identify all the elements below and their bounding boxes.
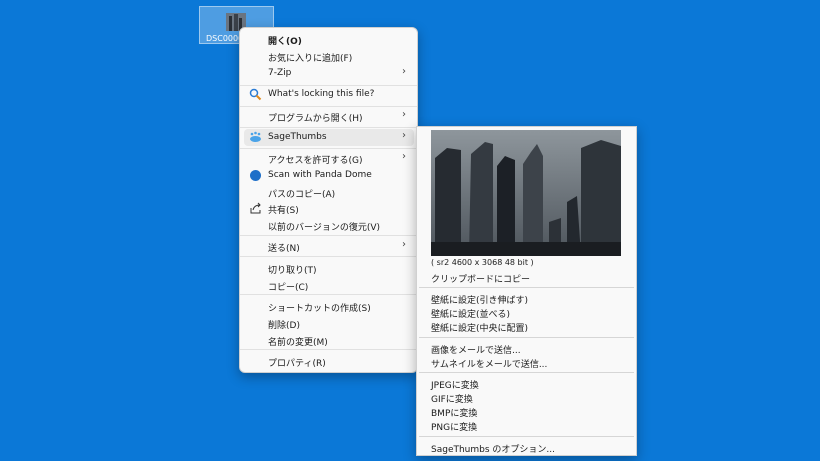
menu-item-label: 共有(S) (268, 206, 299, 216)
menu-item-label: 削除(D) (268, 321, 300, 331)
submenu-item-wallpaper-tile[interactable]: 壁紙に設定(並べる) (431, 307, 510, 320)
panda-dome-icon (250, 170, 261, 181)
menu-item-create-shortcut[interactable]: ショートカットの作成(S) (244, 298, 414, 315)
menu-item-copy[interactable]: コピー(C) (244, 277, 414, 294)
menu-item-label: アクセスを許可する(G) (268, 156, 363, 166)
menu-item-whats-locking[interactable]: What's locking this file? (244, 86, 414, 103)
menu-item-label: コピー(C) (268, 283, 309, 293)
submenu-item-convert-jpeg[interactable]: JPEGに変換 (431, 378, 479, 391)
menu-item-properties[interactable]: プロパティ(R) (244, 353, 414, 370)
submenu-item-convert-gif[interactable]: GIFに変換 (431, 392, 473, 405)
menu-item-label: SageThumbs (268, 132, 327, 142)
menu-separator (240, 106, 417, 107)
menu-separator (419, 436, 634, 437)
menu-item-send-to[interactable]: 送る(N) › (244, 238, 414, 255)
menu-item-delete[interactable]: 削除(D) (244, 315, 414, 332)
menu-item-label: 名前の変更(M) (268, 338, 328, 348)
share-icon (250, 202, 261, 214)
menu-item-rename[interactable]: 名前の変更(M) (244, 332, 414, 349)
context-menu: 開く(O) お気に入りに追加(F) 7-Zip › What's locking… (239, 27, 418, 373)
image-preview (431, 130, 621, 256)
menu-separator (240, 256, 417, 257)
submenu-item-email-thumbnail[interactable]: サムネイルをメールで送信... (431, 357, 547, 370)
menu-item-label: What's locking this file? (268, 89, 375, 99)
sagethumbs-icon (250, 131, 261, 142)
menu-item-label: 送る(N) (268, 244, 300, 254)
menu-separator (240, 148, 417, 149)
menu-item-share[interactable]: 共有(S) (244, 200, 414, 217)
submenu-item-convert-bmp[interactable]: BMPに変換 (431, 406, 477, 419)
menu-item-label: お気に入りに追加(F) (268, 54, 353, 64)
menu-item-label: プログラムから開く(H) (268, 114, 363, 124)
image-info-text: ( sr2 4600 x 3068 48 bit ) (431, 258, 534, 267)
menu-item-open-with[interactable]: プログラムから開く(H) › (244, 108, 414, 125)
menu-separator (419, 287, 634, 288)
menu-separator (240, 235, 417, 236)
menu-item-7zip[interactable]: 7-Zip › (244, 65, 414, 82)
menu-separator (419, 337, 634, 338)
chevron-right-icon: › (402, 130, 406, 141)
submenu-item-convert-png[interactable]: PNGに変換 (431, 420, 477, 433)
menu-item-label: 7-Zip (268, 68, 292, 78)
menu-item-add-favorites[interactable]: お気に入りに追加(F) (244, 48, 414, 65)
menu-separator (240, 127, 417, 128)
submenu-item-wallpaper-center[interactable]: 壁紙に設定(中央に配置) (431, 321, 528, 334)
menu-separator (419, 372, 634, 373)
menu-item-sagethumbs[interactable]: SageThumbs › (244, 129, 414, 146)
submenu-item-wallpaper-stretch[interactable]: 壁紙に設定(引き伸ばす) (431, 293, 528, 306)
menu-item-label: パスのコピー(A) (268, 190, 336, 200)
menu-item-label: 切り取り(T) (268, 266, 317, 276)
menu-item-label: Scan with Panda Dome (268, 170, 372, 180)
menu-separator (240, 294, 417, 295)
submenu-item-email-image[interactable]: 画像をメールで送信... (431, 343, 521, 356)
menu-item-grant-access[interactable]: アクセスを許可する(G) › (244, 150, 414, 167)
chevron-right-icon: › (402, 109, 406, 120)
desktop: { "desktop": { "file_label": "DSC0000" }… (0, 0, 820, 461)
submenu-item-copy-clipboard[interactable]: クリップボードにコピー (431, 272, 530, 285)
chevron-right-icon: › (402, 239, 406, 250)
menu-item-label: プロパティ(R) (268, 359, 326, 369)
lock-search-icon (249, 88, 262, 101)
menu-item-restore-previous[interactable]: 以前のバージョンの復元(V) (244, 217, 414, 234)
menu-item-label: 開く(O) (268, 37, 302, 47)
chevron-right-icon: › (402, 151, 406, 162)
chevron-right-icon: › (402, 66, 406, 77)
menu-item-cut[interactable]: 切り取り(T) (244, 260, 414, 277)
sagethumbs-submenu: ( sr2 4600 x 3068 48 bit ) クリップボードにコピー 壁… (416, 126, 637, 456)
file-name-label: DSC0000 (206, 34, 242, 43)
menu-item-label: 以前のバージョンの復元(V) (268, 223, 380, 233)
menu-separator (240, 349, 417, 350)
menu-item-scan-panda[interactable]: Scan with Panda Dome (244, 167, 414, 184)
menu-item-open[interactable]: 開く(O) (244, 31, 414, 48)
menu-item-label: ショートカットの作成(S) (268, 304, 371, 314)
submenu-item-options[interactable]: SageThumbs のオプション... (431, 442, 555, 455)
menu-item-copy-path[interactable]: パスのコピー(A) (244, 184, 414, 201)
